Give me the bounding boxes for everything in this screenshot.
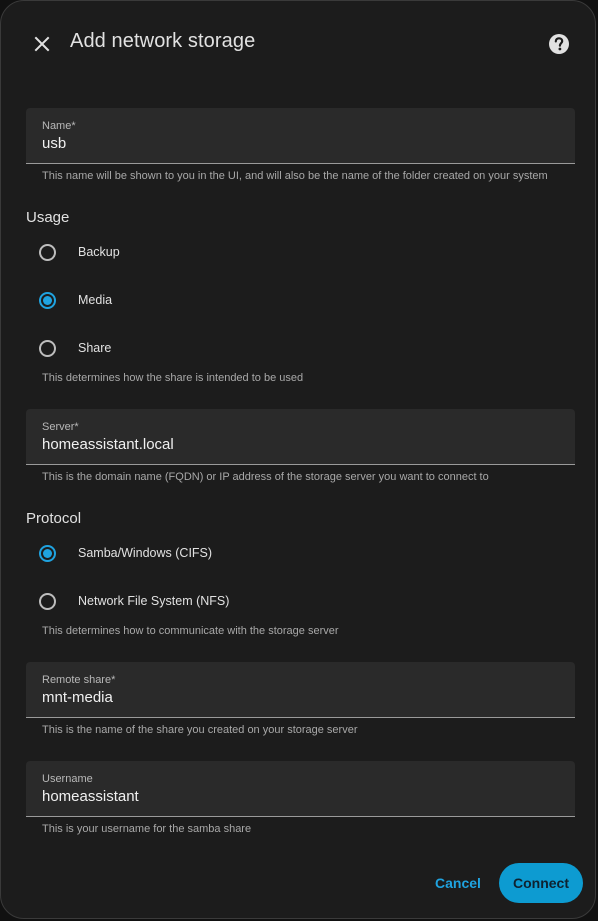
radio-button[interactable] <box>39 592 56 610</box>
usage-helper-text: This determines how the share is intende… <box>42 372 304 384</box>
help-circle-icon <box>549 34 569 54</box>
protocol-label: Protocol <box>26 510 82 527</box>
protocol-option-label: Network File System (NFS) <box>78 594 230 608</box>
usage-option-backup[interactable]: Backup <box>39 241 120 263</box>
close-icon <box>34 36 50 52</box>
usage-option-share[interactable]: Share <box>39 337 111 359</box>
username-helper-text: This is your username for the samba shar… <box>42 823 252 835</box>
server-field-label: Server* <box>42 421 79 433</box>
dialog-title: Add network storage <box>70 30 256 52</box>
server-field[interactable]: Server* homeassistant.local <box>26 409 575 465</box>
radio-button-checked[interactable] <box>39 544 56 562</box>
name-field-value: usb <box>42 135 67 152</box>
usage-option-media[interactable]: Media <box>39 289 112 311</box>
connect-button[interactable]: Connect <box>499 863 583 903</box>
radio-button[interactable] <box>39 243 56 261</box>
server-helper-text: This is the domain name (FQDN) or IP add… <box>42 471 489 483</box>
remote-share-field[interactable]: Remote share* mnt-media <box>26 662 575 718</box>
protocol-option-nfs[interactable]: Network File System (NFS) <box>39 590 229 612</box>
add-network-storage-dialog: Add network storage Name* usb This name … <box>0 0 596 919</box>
cancel-button[interactable]: Cancel <box>427 865 489 901</box>
close-button[interactable] <box>29 31 55 57</box>
help-button[interactable] <box>547 32 571 56</box>
protocol-option-cifs[interactable]: Samba/Windows (CIFS) <box>39 542 212 564</box>
usage-label: Usage <box>26 209 70 226</box>
server-field-value: homeassistant.local <box>42 436 174 453</box>
name-helper-text: This name will be shown to you in the UI… <box>42 170 548 182</box>
remote-share-field-label: Remote share* <box>42 674 116 686</box>
name-field[interactable]: Name* usb <box>26 108 575 164</box>
radio-button[interactable] <box>39 339 56 357</box>
usage-option-label: Media <box>78 293 113 307</box>
radio-button-checked[interactable] <box>39 291 56 309</box>
username-field[interactable]: Username homeassistant <box>26 761 575 817</box>
protocol-helper-text: This determines how to communicate with … <box>42 625 339 637</box>
remote-share-field-value: mnt-media <box>42 689 113 706</box>
usage-option-label: Backup <box>78 245 120 259</box>
name-field-label: Name* <box>42 120 76 132</box>
username-field-label: Username <box>42 773 93 785</box>
usage-option-label: Share <box>78 341 112 355</box>
protocol-option-label: Samba/Windows (CIFS) <box>78 546 213 560</box>
remote-share-helper-text: This is the name of the share you create… <box>42 724 358 736</box>
username-field-value: homeassistant <box>42 788 139 805</box>
